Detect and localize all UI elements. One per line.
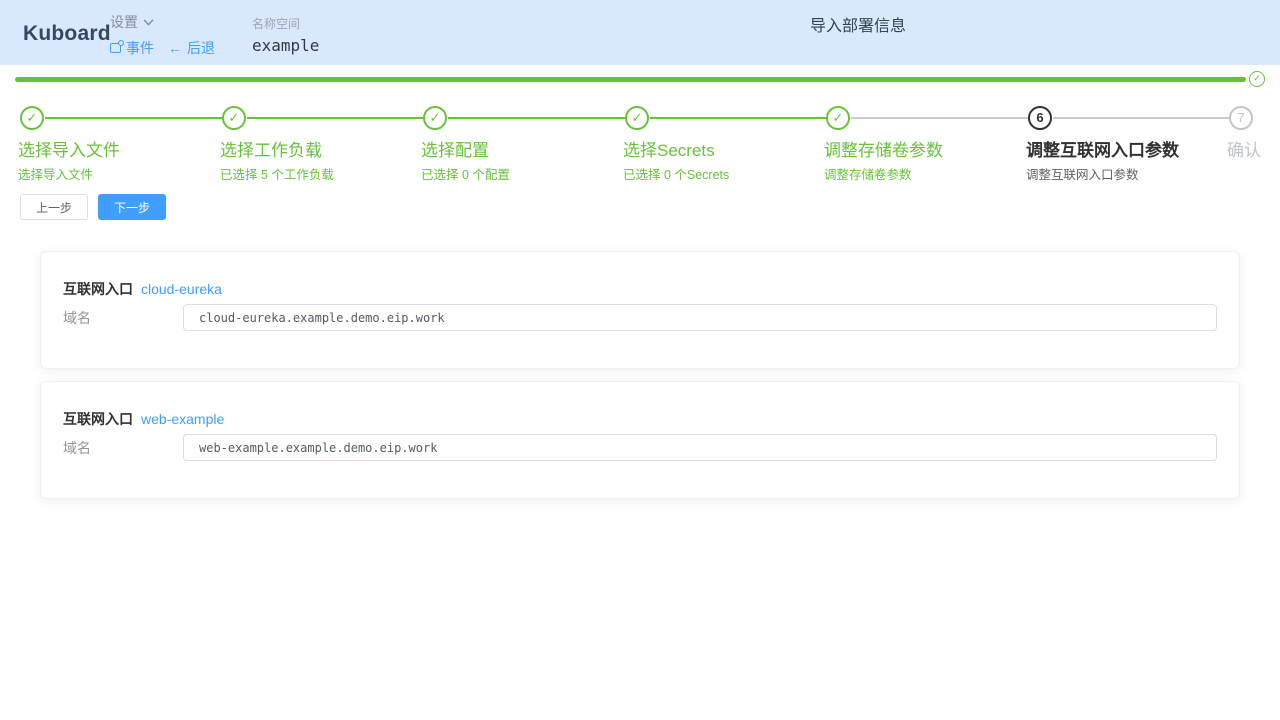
step-7-number: 7 <box>1229 106 1253 130</box>
step-2: ✓ 选择工作负载 已选择 5 个工作负载 <box>220 106 421 183</box>
step-connector <box>247 117 425 119</box>
step-4-desc: 已选择 0 个Secrets <box>623 168 824 183</box>
wizard-actions: 上一步 下一步 <box>20 194 166 220</box>
step-connector <box>851 117 1029 119</box>
step-1-check-icon: ✓ <box>20 106 44 130</box>
step-connector <box>650 117 828 119</box>
next-step-button[interactable]: 下一步 <box>98 194 166 220</box>
step-connector <box>45 117 223 119</box>
step-6-desc: 调整互联网入口参数 <box>1026 168 1227 183</box>
step-6: 6 调整互联网入口参数 调整互联网入口参数 <box>1026 106 1227 183</box>
step-4-check-icon: ✓ <box>625 106 649 130</box>
step-5: ✓ 调整存储卷参数 调整存储卷参数 <box>824 106 1025 183</box>
step-1: ✓ 选择导入文件 选择导入文件 <box>18 106 219 183</box>
step-6-title: 调整互联网入口参数 <box>1026 141 1227 161</box>
prev-step-button[interactable]: 上一步 <box>20 194 88 220</box>
settings-label: 设置 <box>110 12 138 32</box>
progress-bar-fill <box>15 77 1246 82</box>
namespace-label: 名称空间 <box>252 15 319 32</box>
step-5-title: 调整存储卷参数 <box>824 141 1025 161</box>
chevron-down-icon <box>143 19 154 26</box>
step-3-title: 选择配置 <box>421 141 622 161</box>
kuboard-logo[interactable]: Kuboard <box>23 22 111 46</box>
step-1-title: 选择导入文件 <box>18 141 219 161</box>
step-5-desc: 调整存储卷参数 <box>824 168 1025 183</box>
ingress-card-cloud-eureka: 互联网入口 cloud-eureka 域名 <box>40 251 1240 369</box>
step-2-title: 选择工作负载 <box>220 141 421 161</box>
back-label: 后退 <box>187 38 215 58</box>
step-connector <box>1053 117 1231 119</box>
page: Kuboard 设置 事件 ← 后退 名称空间 example 导入部署信息 ✓ <box>0 0 1280 720</box>
step-3-check-icon: ✓ <box>423 106 447 130</box>
step-5-check-icon: ✓ <box>826 106 850 130</box>
namespace-switcher[interactable]: 名称空间 example <box>252 15 319 55</box>
settings-dropdown[interactable]: 设置 <box>110 12 154 32</box>
ingress-card-web-example: 互联网入口 web-example 域名 <box>40 381 1240 499</box>
ingress-name-link[interactable]: web-example <box>141 411 224 427</box>
step-3: ✓ 选择配置 已选择 0 个配置 <box>421 106 622 183</box>
events-label: 事件 <box>126 38 154 58</box>
step-4-title: 选择Secrets <box>623 141 824 161</box>
domain-input-web-example[interactable] <box>183 434 1217 461</box>
back-arrow-icon: ← <box>168 40 182 56</box>
step-1-desc: 选择导入文件 <box>18 168 219 183</box>
step-6-number: 6 <box>1028 106 1052 130</box>
events-link[interactable]: 事件 <box>110 38 154 58</box>
ingress-card-title: 互联网入口 <box>63 279 133 299</box>
domain-label: 域名 <box>63 308 183 328</box>
back-link[interactable]: ← 后退 <box>168 38 215 58</box>
step-7: 7 确认 <box>1227 106 1277 161</box>
step-connector <box>448 117 626 119</box>
ingress-name-link[interactable]: cloud-eureka <box>141 281 222 297</box>
step-2-desc: 已选择 5 个工作负载 <box>220 168 421 183</box>
top-header: Kuboard 设置 事件 ← 后退 名称空间 example 导入部署信息 <box>0 0 1280 65</box>
ingress-card-title: 互联网入口 <box>63 409 133 429</box>
header-links: 事件 ← 后退 <box>110 38 215 58</box>
namespace-value: example <box>252 36 319 55</box>
page-title: 导入部署信息 <box>810 12 906 36</box>
step-4: ✓ 选择Secrets 已选择 0 个Secrets <box>623 106 824 183</box>
progress-check-icon: ✓ <box>1249 71 1265 87</box>
progress-bar <box>15 77 1261 82</box>
step-wizard: ✓ 选择导入文件 选择导入文件 ✓ 选择工作负载 已选择 5 个工作负载 ✓ 选… <box>0 106 1280 186</box>
step-2-check-icon: ✓ <box>222 106 246 130</box>
step-7-title: 确认 <box>1227 141 1277 161</box>
step-3-desc: 已选择 0 个配置 <box>421 168 622 183</box>
domain-input-cloud-eureka[interactable] <box>183 304 1217 331</box>
domain-label: 域名 <box>63 438 183 458</box>
events-icon <box>110 43 121 53</box>
